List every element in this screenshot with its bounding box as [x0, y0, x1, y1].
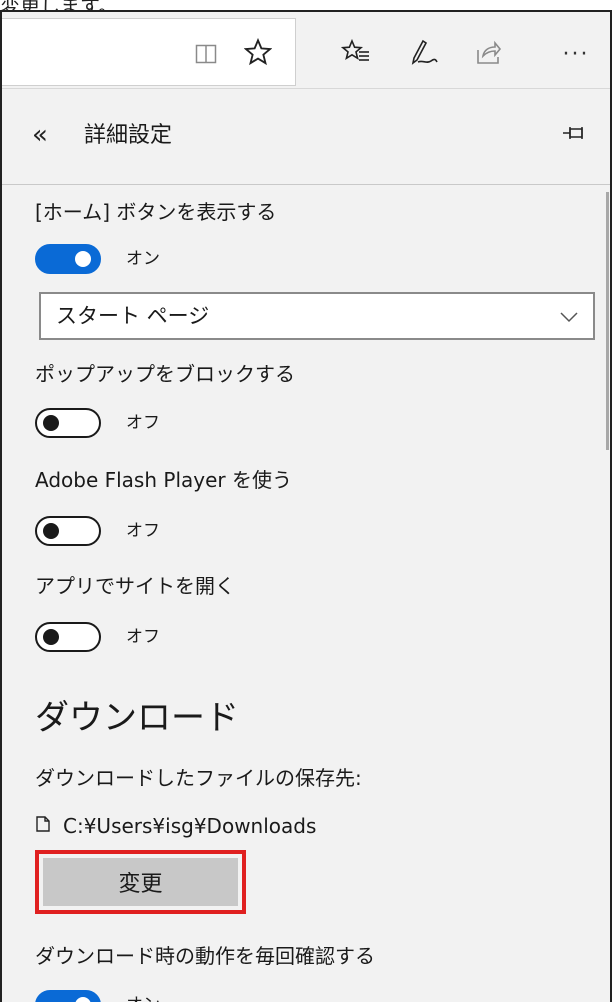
- flash-label: Adobe Flash Player を使う: [35, 468, 292, 492]
- popup-block-state: オフ: [126, 413, 160, 433]
- browser-window: ··· « 詳細設定 [ホーム] ボタンを表示する オン スタート ページ ポッ…: [0, 10, 612, 1002]
- share-icon[interactable]: [466, 30, 510, 74]
- folder-icon: [35, 812, 51, 840]
- ask-each-time-label: ダウンロード時の動作を毎回確認する: [35, 944, 375, 968]
- home-button-label: [ホーム] ボタンを表示する: [35, 200, 277, 224]
- toggle-knob: [43, 523, 59, 539]
- download-path-text: C:¥Users¥isg¥Downloads: [63, 814, 317, 838]
- toggle-knob: [75, 251, 91, 267]
- save-location-label: ダウンロードしたファイルの保存先:: [35, 766, 362, 790]
- favorites-hub-icon[interactable]: [334, 30, 378, 74]
- home-button-state: オン: [126, 249, 160, 269]
- toggle-knob: [43, 415, 59, 431]
- chevron-down-icon: [559, 308, 579, 327]
- toggle-knob: [75, 997, 91, 1002]
- toggle-knob: [43, 629, 59, 645]
- pin-icon[interactable]: [562, 125, 586, 145]
- select-value: スタート ページ: [56, 304, 210, 328]
- pen-icon[interactable]: [402, 30, 446, 74]
- downloads-heading: ダウンロード: [35, 698, 239, 738]
- settings-content: [ホーム] ボタンを表示する オン スタート ページ ポップアップをブロックする…: [2, 186, 610, 1002]
- change-button-highlight: 変更: [35, 850, 246, 914]
- change-button[interactable]: 変更: [43, 858, 238, 906]
- flash-toggle[interactable]: [35, 516, 101, 546]
- panel-title: 詳細設定: [84, 123, 173, 148]
- popup-block-label: ポップアップをブロックする: [35, 362, 295, 386]
- reading-view-icon[interactable]: [184, 32, 228, 76]
- browser-toolbar: ···: [2, 12, 610, 88]
- scrollbar-thumb[interactable]: [606, 192, 609, 450]
- open-in-app-state: オフ: [126, 627, 160, 647]
- ask-each-time-toggle[interactable]: [35, 990, 101, 1002]
- popup-block-toggle[interactable]: [35, 408, 101, 438]
- advanced-settings-panel: « 詳細設定 [ホーム] ボタンを表示する オン スタート ページ ポップアップ…: [2, 88, 610, 1002]
- back-button[interactable]: «: [32, 117, 48, 153]
- ask-each-time-state: オン: [126, 992, 160, 1002]
- more-menu-icon[interactable]: ···: [554, 32, 598, 76]
- open-in-app-label: アプリでサイトを開く: [35, 574, 235, 598]
- flash-state: オフ: [126, 521, 160, 541]
- panel-header: « 詳細設定: [2, 89, 610, 185]
- download-path: C:¥Users¥isg¥Downloads: [35, 812, 316, 840]
- open-in-app-toggle[interactable]: [35, 622, 101, 652]
- home-page-select[interactable]: スタート ページ: [39, 292, 595, 340]
- home-button-toggle[interactable]: [35, 244, 101, 274]
- favorite-star-icon[interactable]: [236, 30, 280, 74]
